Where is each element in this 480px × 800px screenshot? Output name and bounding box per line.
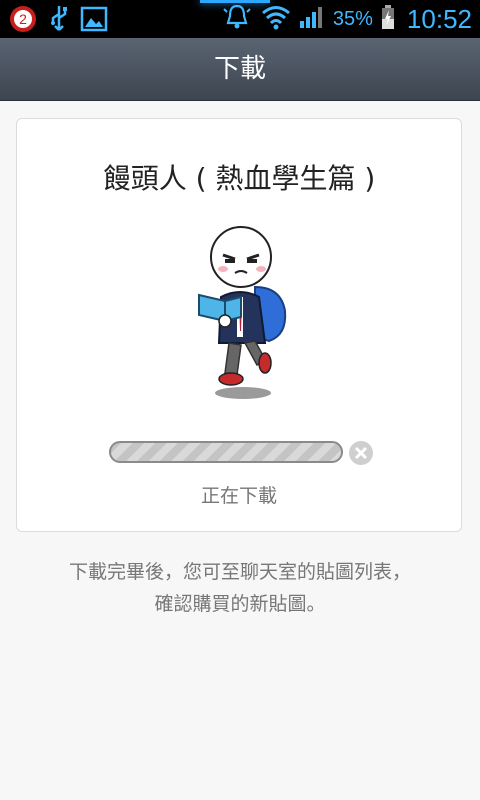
signal-icon [299,5,325,33]
download-status: 正在下載 [200,485,277,507]
status-bar: 2 35% 10:52 [0,0,480,38]
battery-charging-icon [381,4,395,34]
close-icon [354,446,368,460]
instruction-line-1: 下載完畢後，您可至聊天室的貼圖列表， [68,561,411,583]
instruction-line-2: 確認購買的新貼圖。 [154,593,326,615]
notification-badge-icon: 2 [8,4,38,38]
download-progress-bar [109,441,343,463]
battery-percent: 35% [332,7,373,30]
title-bar: 下載 [0,38,480,101]
alarm-icon [221,3,253,35]
status-bar-left: 2 [8,4,108,38]
download-instructions: 下載完畢後，您可至聊天室的貼圖列表， 確認購買的新貼圖。 [0,556,480,620]
usb-icon [48,4,70,38]
status-bar-right: 35% 10:52 [221,0,472,38]
notification-count: 2 [19,11,27,27]
wifi-icon [261,4,291,34]
page-title: 下載 [213,54,266,84]
clock: 10:52 [406,3,472,34]
download-card: 饅頭人 ( 熱血學生篇 ) 正在下載 [16,118,462,532]
cancel-download-button[interactable] [349,441,373,465]
sticker-mascot-image [185,225,295,405]
sticker-pack-title: 饅頭人 ( 熱血學生篇 ) [102,162,376,195]
image-icon [80,5,108,37]
